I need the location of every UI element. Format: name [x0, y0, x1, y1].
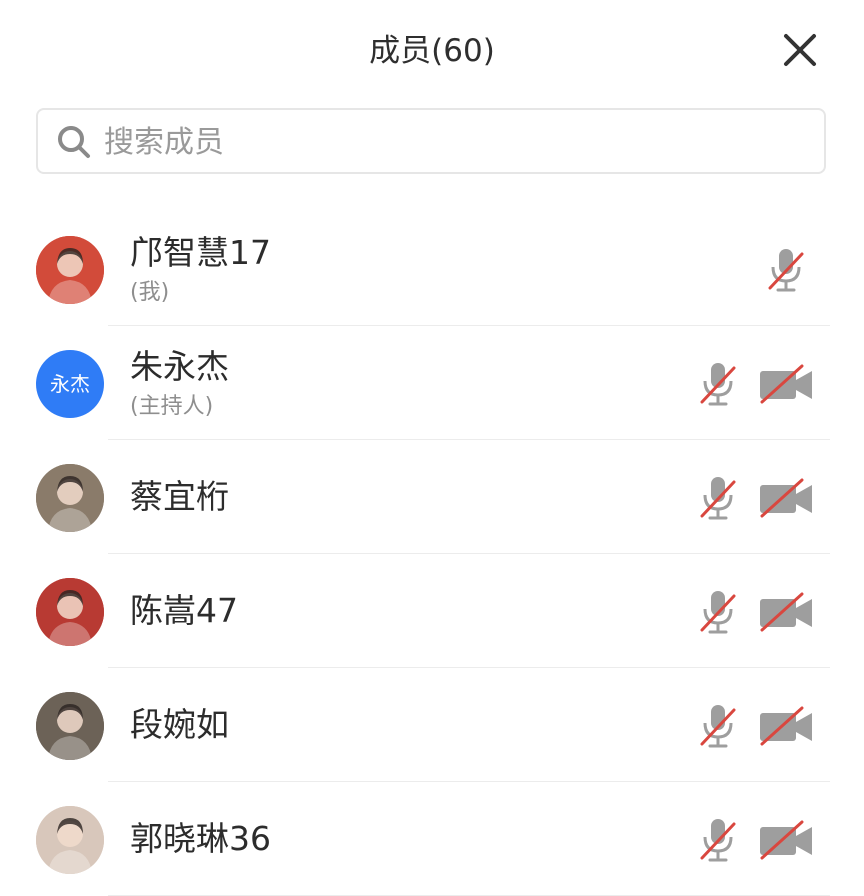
member-row[interactable]: 蔡宜桁	[0, 440, 864, 554]
avatar-initials: 永杰	[50, 372, 90, 396]
avatar: 永杰	[36, 350, 104, 418]
avatar	[36, 578, 104, 646]
avatar	[36, 692, 104, 760]
search-input[interactable]	[102, 118, 806, 166]
avatar	[36, 464, 104, 532]
mic-muted-icon[interactable]	[698, 588, 738, 636]
camera-off-icon[interactable]	[758, 706, 814, 746]
close-button[interactable]	[776, 26, 824, 74]
camera-off-icon[interactable]	[758, 478, 814, 518]
avatar	[36, 236, 104, 304]
member-role: (主持人)	[130, 394, 214, 419]
mic-muted-icon[interactable]	[766, 246, 806, 294]
member-name: 邝智慧17	[130, 233, 271, 272]
member-name: 蔡宜桁	[130, 477, 229, 516]
mic-muted-icon[interactable]	[698, 702, 738, 750]
member-row[interactable]: 陈嵩47	[0, 554, 864, 668]
member-name: 郭晓琳36	[130, 819, 271, 858]
camera-off-icon[interactable]	[758, 820, 814, 860]
member-row[interactable]: 段婉如	[0, 668, 864, 782]
camera-off-icon[interactable]	[758, 592, 814, 632]
member-name: 朱永杰	[130, 347, 229, 386]
member-row[interactable]: 永杰 朱永杰 (主持人)	[0, 326, 864, 440]
mic-muted-icon[interactable]	[698, 474, 738, 522]
member-role: (我)	[130, 280, 170, 305]
search-icon	[58, 126, 90, 158]
member-panel-header: 成员(60)	[0, 0, 864, 104]
panel-title: 成员(60)	[369, 33, 495, 69]
member-name: 段婉如	[130, 705, 229, 744]
member-row[interactable]: 郭晓琳36	[0, 782, 864, 896]
search-box[interactable]	[36, 108, 826, 174]
member-list: 邝智慧17 (我) 永杰 朱永杰 (主持人) 蔡宜桁 陈嵩47 段婉如 郭晓琳3…	[0, 212, 864, 896]
mic-muted-icon[interactable]	[698, 816, 738, 864]
member-name: 陈嵩47	[130, 591, 238, 630]
close-icon	[784, 34, 816, 66]
member-row[interactable]: 邝智慧17 (我)	[0, 212, 864, 326]
mic-muted-icon[interactable]	[698, 360, 738, 408]
camera-off-icon[interactable]	[758, 364, 814, 404]
